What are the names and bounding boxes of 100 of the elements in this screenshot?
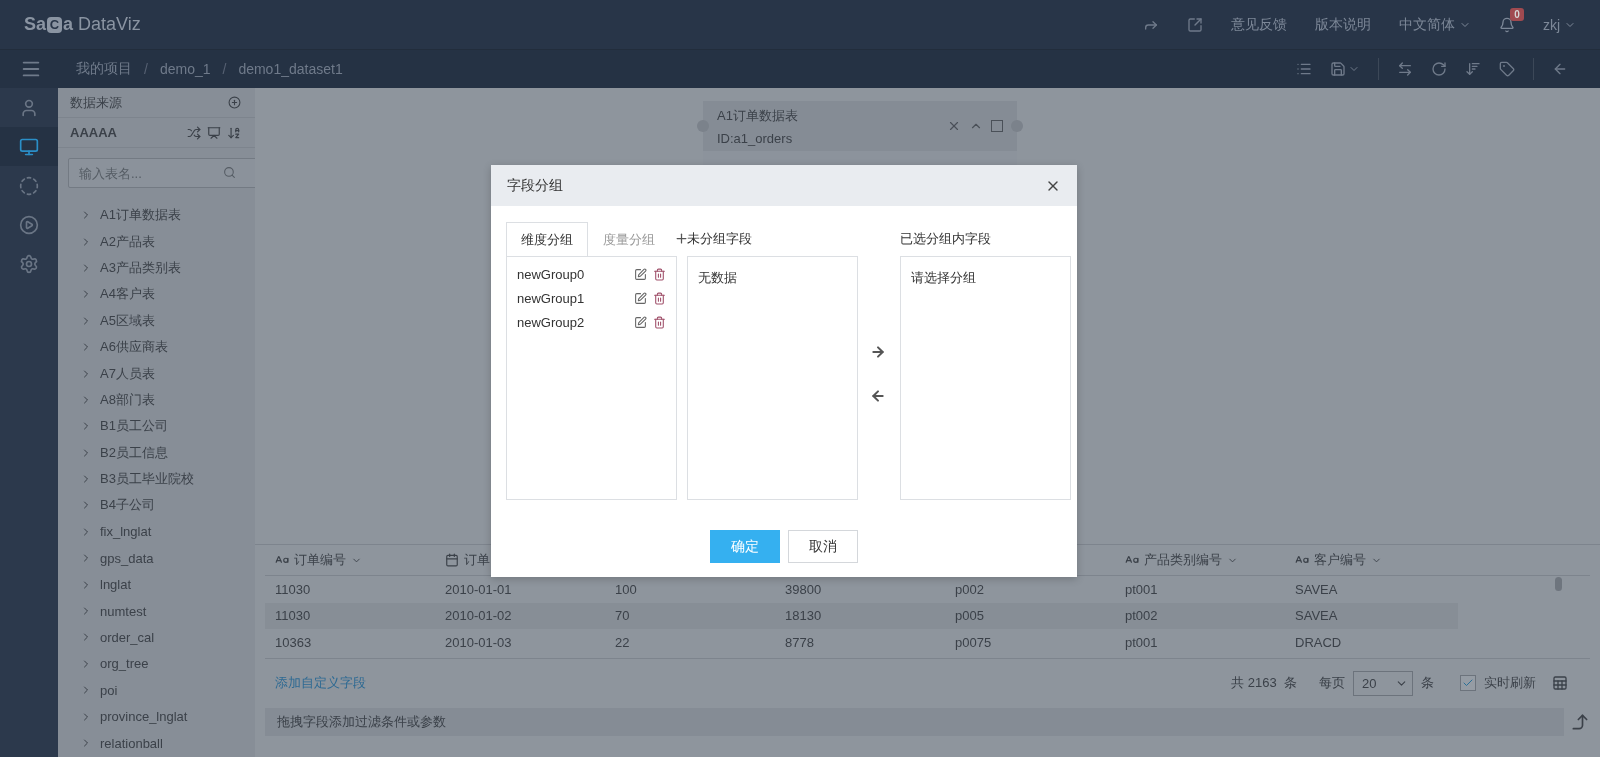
unit-label: 条 [1421, 674, 1434, 692]
group-name[interactable]: newGroup1 [517, 290, 628, 306]
check-icon [1462, 677, 1474, 689]
swap-icon[interactable] [1397, 61, 1413, 77]
table-list-item[interactable]: A2产品表 [58, 228, 255, 255]
bell-icon[interactable] [1498, 16, 1515, 33]
table-list-item[interactable]: A4客户表 [58, 281, 255, 308]
notification-badge: 0 [1510, 7, 1524, 21]
move-left-icon[interactable] [870, 388, 886, 404]
table-list-item[interactable]: poi [58, 677, 255, 704]
table-cell-text: 11030 [275, 608, 312, 624]
logo: Sa C a DataViz [24, 14, 141, 35]
move-right-icon[interactable] [870, 344, 886, 360]
top-menu[interactable]: zkj [1542, 16, 1576, 33]
table-cell-text: pt002 [1125, 608, 1159, 624]
presentation-icon[interactable] [207, 125, 221, 140]
table-list-item[interactable]: B3员工毕业院校 [58, 465, 255, 493]
upload-icon[interactable] [1570, 711, 1590, 732]
expand-icon[interactable] [1186, 16, 1203, 33]
column-label: 未分组字段 [687, 229, 752, 248]
refresh-icon[interactable] [1431, 61, 1447, 77]
top-link[interactable]: 版本说明 [1314, 15, 1371, 34]
table-cell-text: 70 [615, 608, 631, 624]
group-name[interactable]: newGroup0 [517, 266, 628, 282]
add-icon[interactable] [674, 231, 689, 246]
confirm-button[interactable]: 确定 [710, 530, 780, 563]
back-arrow-icon[interactable] [1552, 61, 1568, 77]
table-cell-text: p005 [955, 608, 985, 624]
table-list-item[interactable]: lnglat [58, 571, 255, 598]
group-name[interactable]: newGroup2 [517, 314, 628, 330]
trash-icon[interactable] [653, 291, 666, 305]
table-list-item[interactable]: B1员工公司 [58, 413, 255, 440]
table-list-item[interactable]: relationball [58, 729, 255, 757]
trash-icon[interactable] [653, 267, 666, 281]
breadcrumb-item[interactable]: demo1_dataset1 [238, 61, 343, 77]
top-link[interactable]: 意见反馈 [1230, 15, 1287, 34]
shuffle-icon[interactable] [187, 125, 201, 140]
add-icon[interactable] [228, 96, 241, 109]
monitor-icon[interactable] [19, 136, 39, 157]
cancel-button[interactable]: 取消 [788, 530, 858, 563]
tab[interactable]: 维度分组 [506, 222, 588, 257]
column-header[interactable]: 产品类别编号 [1125, 551, 1295, 569]
sort-icon[interactable] [227, 125, 241, 140]
edit-icon[interactable] [634, 291, 647, 305]
total-count: 共 2163 条 [1231, 674, 1297, 692]
add-field-link[interactable]: 添加自定义字段 [275, 674, 366, 692]
edit-icon[interactable] [634, 267, 647, 281]
table-list-item[interactable]: order_cal [58, 624, 255, 651]
settings-icon[interactable] [19, 253, 39, 274]
save-icon[interactable] [1330, 61, 1346, 77]
table-cell-text: 2010-01-03 [445, 634, 513, 650]
table-list-item[interactable]: numtest [58, 597, 255, 625]
top-menu[interactable]: 中文简体 [1398, 15, 1471, 34]
column-header[interactable]: 订单编号 [275, 551, 445, 569]
trash-icon[interactable] [653, 315, 666, 329]
node-id: ID:a1_orders [717, 130, 794, 146]
table-list-item[interactable]: A8部门表 [58, 386, 255, 414]
search-icon[interactable] [223, 166, 236, 179]
table-list-item[interactable]: province_lnglat [58, 703, 255, 730]
table-list-item[interactable]: A3产品类别表 [58, 254, 255, 282]
user-icon[interactable] [19, 97, 39, 118]
table-cell-text: pt001 [1125, 581, 1159, 597]
source-name: AAAAA [70, 125, 117, 140]
checkbox[interactable] [991, 120, 1003, 132]
dialog-title: 字段分组 [507, 176, 563, 195]
table-list-item[interactable]: A5区域表 [58, 307, 255, 334]
list-icon[interactable] [1296, 61, 1312, 77]
breadcrumb-item[interactable]: demo_1 [159, 61, 211, 77]
hint-message: 请选择分组 [911, 269, 977, 287]
edit-icon[interactable] [634, 315, 647, 329]
page-size-select[interactable]: 20 [1353, 670, 1413, 696]
table-list-item[interactable]: A6供应商表 [58, 333, 255, 361]
table-list-item[interactable]: B4子公司 [58, 492, 255, 519]
column-header[interactable]: 订单 [445, 551, 615, 569]
table-list-item[interactable]: gps_data [58, 545, 255, 572]
table-list-item[interactable]: A7人员表 [58, 360, 255, 387]
breadcrumb-separator: / [143, 61, 149, 77]
rail-item[interactable] [0, 127, 58, 166]
excel-icon[interactable] [1552, 675, 1568, 691]
table-cell-text: 100 [615, 581, 638, 597]
table-cell-text: p0075 [955, 634, 993, 650]
play-icon[interactable] [19, 214, 39, 235]
table-cell-text: 2010-01-01 [445, 581, 513, 597]
table-list-item[interactable]: B2员工信息 [58, 439, 255, 466]
dotted-circle-icon[interactable] [19, 175, 39, 196]
filter-drop-zone[interactable]: 拖拽字段添加过滤条件或参数 [265, 707, 1564, 736]
scrollbar-thumb[interactable] [1555, 577, 1562, 591]
table-list-item[interactable]: fix_lnglat [58, 518, 255, 546]
column-label: 已选分组内字段 [900, 229, 991, 248]
column-header[interactable]: 客户编号 [1295, 551, 1465, 569]
table-list-item[interactable]: A1订单数据表 [58, 202, 255, 229]
live-refresh-checkbox[interactable] [1460, 675, 1476, 691]
table-list-item[interactable]: org_tree [58, 650, 255, 678]
table-cell-text: 8778 [785, 634, 815, 650]
tag-icon[interactable] [1499, 61, 1515, 77]
sort-icon[interactable] [1465, 61, 1481, 77]
table-cell-text: 11030 [275, 581, 312, 597]
table-cell-text: 18130 [785, 608, 823, 624]
table-cell-text: DRACD [1295, 634, 1343, 650]
breadcrumb-item[interactable]: 我的项目 [76, 60, 132, 78]
